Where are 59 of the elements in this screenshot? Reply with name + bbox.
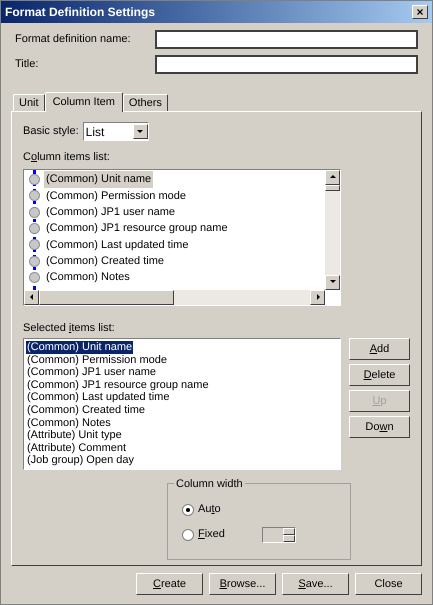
radio-button[interactable]	[182, 528, 194, 540]
item-icon	[28, 270, 41, 284]
radio-label: Auto	[198, 502, 222, 518]
scroll-up-button[interactable]	[325, 170, 340, 184]
tab[interactable]: Column Item	[44, 92, 123, 112]
tab[interactable]: Unit	[13, 94, 45, 111]
item-icon	[28, 254, 41, 268]
list-item[interactable]: (Attribute) Unit type	[26, 429, 123, 442]
column-items-list[interactable]: (Common) Unit name (Common) Permission mode (Common) JP1 user name (Common) JP1 resource group name (Common) Last updated time (Common) Created time (Common) Notes	[23, 168, 341, 306]
list-item[interactable]: (Common) Notes	[44, 269, 132, 286]
field-label: Basic style:	[23, 124, 79, 140]
list-item[interactable]: (Common) JP1 user name	[44, 204, 177, 220]
action-button[interactable]: Add	[349, 338, 410, 360]
list-item[interactable]: (Common) Last updated time	[44, 236, 190, 254]
tab[interactable]: Others	[122, 94, 168, 111]
list-label: Column items list:	[23, 150, 111, 165]
scroll-left-button[interactable]	[24, 290, 39, 304]
text-field[interactable]	[154, 55, 418, 74]
window-title: Format Definition Settings	[5, 4, 155, 21]
list-item[interactable]: (Common) Permission mode	[26, 354, 168, 366]
action-button[interactable]: Delete	[349, 364, 410, 386]
scroll-right-button[interactable]	[310, 290, 325, 304]
list-item[interactable]: (Common) Unit name	[26, 341, 134, 354]
scroll-down-button[interactable]	[325, 274, 340, 290]
list-item[interactable]: (Common) Created time	[44, 252, 166, 270]
list-item[interactable]: (Attribute) Comment	[26, 442, 128, 454]
list-label: Selected items list:	[23, 320, 116, 336]
scroll-down-button[interactable]	[132, 124, 148, 139]
vertical-scrollbar[interactable]	[325, 170, 340, 290]
item-icon	[28, 189, 41, 202]
radio-button[interactable]	[182, 504, 194, 516]
list-item[interactable]: (Common) JP1 resource group name	[26, 378, 210, 392]
dialog-button[interactable]: Browse...	[209, 573, 276, 595]
list-item[interactable]: (Common) Created time	[26, 404, 146, 417]
item-icon	[28, 238, 41, 252]
dialog-button[interactable]: Close	[355, 573, 422, 595]
item-icon	[28, 173, 41, 186]
text-field[interactable]	[154, 30, 418, 49]
radio-label: Fixed	[198, 527, 226, 542]
spin-field[interactable]	[262, 526, 296, 542]
list-item[interactable]: (Common) Notes	[26, 416, 112, 430]
list-item[interactable]: (Common) JP1 resource group name	[44, 220, 230, 237]
dialog-button[interactable]: Create	[136, 573, 203, 595]
dialog-button[interactable]: Save...	[282, 573, 349, 595]
selected-items-list[interactable]	[23, 338, 341, 470]
style-dropdown[interactable]: List	[82, 122, 149, 141]
list-item[interactable]: (Common) Permission mode	[44, 188, 188, 204]
action-button[interactable]: Down	[349, 416, 410, 438]
close-button[interactable]: ×	[412, 5, 428, 19]
field-label: Title:	[15, 57, 40, 72]
list-item[interactable]: (Job group) Open day	[26, 454, 136, 467]
field-label: Format definition name:	[15, 32, 132, 48]
item-icon	[28, 206, 41, 219]
list-item[interactable]: (Common) Last updated time	[26, 391, 170, 404]
horizontal-scrollbar[interactable]	[24, 290, 325, 304]
list-item[interactable]: (Common) JP1 user name	[26, 366, 157, 379]
item-icon	[28, 222, 41, 236]
list-item[interactable]: (Common) Unit name	[44, 171, 154, 188]
scroll-thumb[interactable]	[39, 290, 174, 304]
